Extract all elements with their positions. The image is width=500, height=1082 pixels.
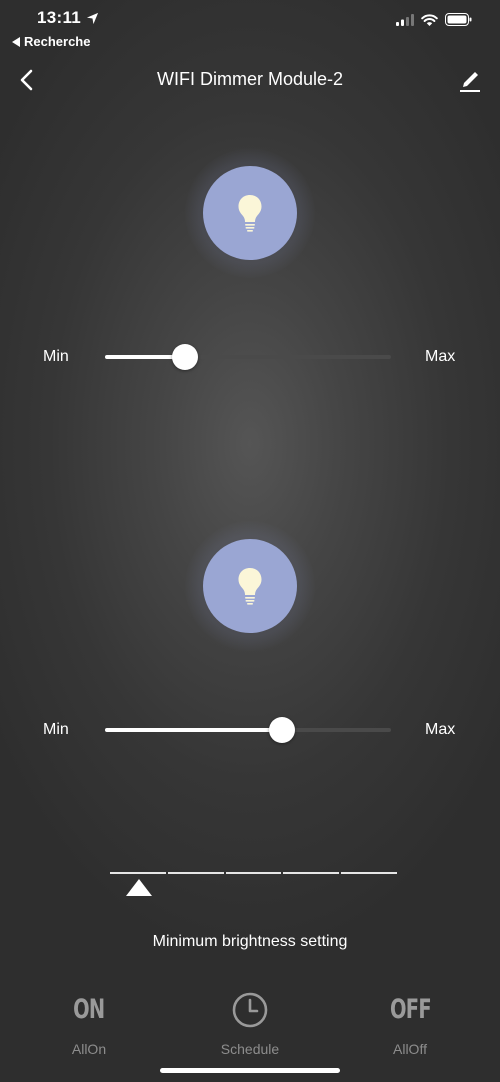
brightness-segment[interactable]	[283, 872, 340, 874]
schedule-button[interactable]: Schedule	[190, 990, 310, 1057]
lightbulb-icon	[238, 195, 262, 232]
channel-2-slider-fill	[105, 728, 283, 732]
all-on-button[interactable]: ON AllOn	[29, 990, 149, 1057]
wifi-icon	[421, 13, 438, 26]
channel-2-brightness-slider[interactable]	[105, 717, 391, 743]
triangle-up-icon	[125, 879, 152, 896]
brightness-segment[interactable]	[110, 872, 166, 874]
channel-2-max-label: Max	[425, 721, 456, 738]
status-icons	[396, 13, 472, 26]
lightbulb-icon	[238, 568, 262, 605]
back-triangle-icon	[12, 36, 20, 47]
off-symbol: OFF	[389, 994, 432, 1025]
on-symbol: ON	[73, 994, 105, 1025]
all-off-label: AllOff	[393, 1041, 427, 1057]
min-brightness-selector[interactable]	[110, 872, 397, 874]
brightness-segment[interactable]	[225, 872, 282, 874]
min-brightness-label: Minimum brightness setting	[152, 933, 348, 950]
channel-2-bulb-button[interactable]	[203, 539, 297, 633]
status-back-link[interactable]: Recherche	[12, 34, 90, 49]
all-off-button[interactable]: OFF AllOff	[350, 990, 470, 1057]
brightness-segment[interactable]	[341, 872, 397, 874]
location-arrow-icon	[86, 12, 99, 24]
selector-pointer[interactable]	[125, 879, 152, 896]
brightness-segment[interactable]	[167, 872, 224, 874]
pencil-icon	[460, 72, 480, 92]
status-back-label: Recherche	[24, 34, 91, 49]
signal-icon	[396, 13, 414, 26]
home-indicator[interactable]	[160, 1068, 340, 1073]
channel-2-slider-thumb[interactable]	[269, 717, 296, 743]
clock-icon	[232, 992, 268, 1028]
battery-icon	[445, 13, 472, 26]
status-time: 13:11	[37, 8, 82, 27]
status-bar-time: 13:11	[37, 8, 99, 28]
schedule-label: Schedule	[220, 1041, 280, 1057]
channel-2-min-label: Min	[43, 721, 69, 738]
channel-1-slider-thumb[interactable]	[172, 344, 199, 370]
channel-1-min-label: Min	[43, 348, 69, 365]
edit-button[interactable]	[456, 67, 484, 95]
channel-1-bulb-button[interactable]	[203, 166, 297, 260]
page-title: WIFI Dimmer Module-2	[156, 69, 344, 89]
channel-1-max-label: Max	[425, 348, 456, 365]
all-on-label: AllOn	[71, 1041, 107, 1057]
channel-1-brightness-slider[interactable]	[105, 344, 391, 370]
